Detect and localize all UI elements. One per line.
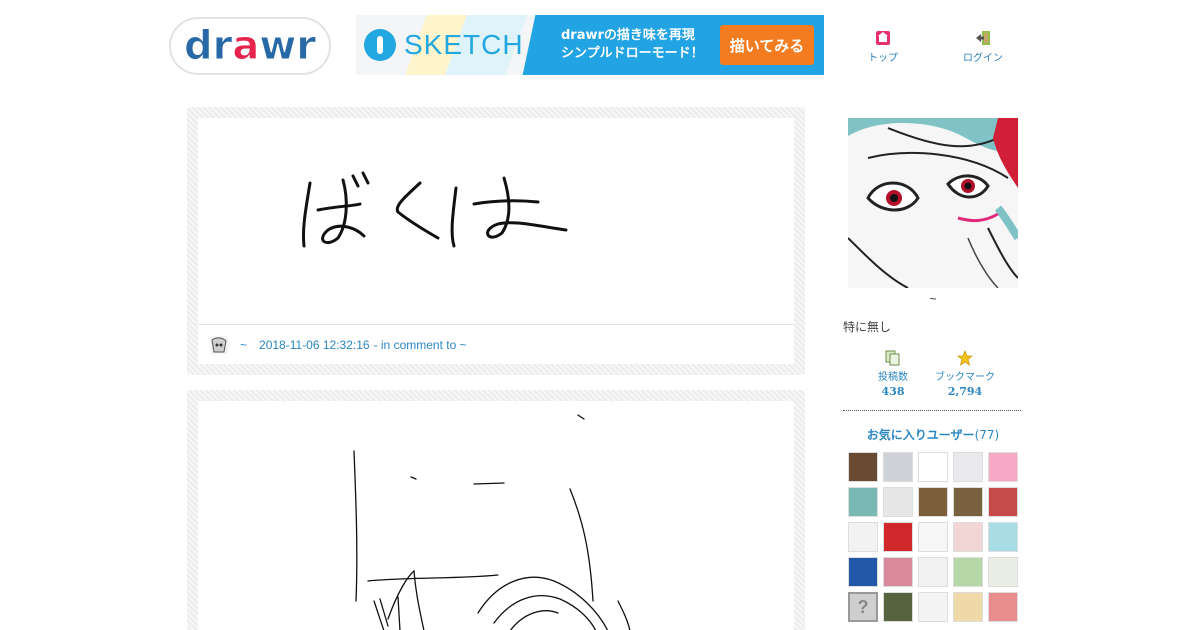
- favorite-user-avatar[interactable]: [848, 452, 878, 482]
- favorite-user-avatar[interactable]: [953, 487, 983, 517]
- favorite-user-avatar[interactable]: [953, 592, 983, 622]
- favorite-user-avatar[interactable]: [918, 557, 948, 587]
- profile-avatar[interactable]: [848, 118, 1018, 288]
- favorite-user-avatar[interactable]: [918, 487, 948, 517]
- favorite-user-avatar[interactable]: [883, 487, 913, 517]
- favorite-user-avatar[interactable]: [953, 557, 983, 587]
- nav-top-link[interactable]: トップ: [848, 30, 918, 64]
- drawr-logo[interactable]: drawr: [167, 12, 333, 78]
- post-timestamp[interactable]: 2018-11-06 12:32:16: [259, 338, 370, 352]
- favorite-user-avatar[interactable]: [953, 522, 983, 552]
- favorite-user-avatar[interactable]: [988, 557, 1018, 587]
- favorite-user-avatar[interactable]: [988, 522, 1018, 552]
- banner-brand: SKETCH: [404, 29, 524, 60]
- banner-tagline: drawrの描き味を再現 シンプルドローモード！: [561, 28, 704, 61]
- pencil-icon: [364, 29, 396, 61]
- banner-cta-button[interactable]: 描いてみる: [720, 25, 814, 65]
- user-avatar[interactable]: [210, 335, 228, 354]
- favorite-users-grid: ?: [848, 452, 1024, 622]
- nav-login-link[interactable]: ログイン: [948, 30, 1018, 64]
- post-card: [187, 390, 805, 630]
- svg-text:drawr: drawr: [184, 23, 316, 69]
- favorite-user-avatar[interactable]: [848, 522, 878, 552]
- favorite-users-title[interactable]: お気に入りユーザー(77): [843, 426, 1023, 443]
- posts-icon: [885, 350, 900, 366]
- favorite-user-avatar[interactable]: [883, 592, 913, 622]
- stat-posts[interactable]: 投稿数 438: [870, 350, 916, 398]
- favorite-user-avatar[interactable]: [883, 557, 913, 587]
- post-drawing[interactable]: [198, 401, 794, 630]
- sidebar-divider: [843, 410, 1021, 411]
- favorite-user-avatar[interactable]: [848, 487, 878, 517]
- post-meta: ~ 2018-11-06 12:32:16 - in comment to ~: [198, 324, 794, 364]
- profile-bio: 特に無し: [843, 320, 892, 334]
- favorite-user-avatar[interactable]: [988, 487, 1018, 517]
- post-card: ~ 2018-11-06 12:32:16 - in comment to ~: [187, 107, 805, 375]
- post-username[interactable]: ~: [240, 338, 247, 352]
- post-context[interactable]: - in comment to ~: [374, 338, 467, 352]
- home-icon: [876, 31, 890, 45]
- post-drawing[interactable]: [198, 118, 794, 324]
- profile-name[interactable]: ~: [843, 292, 1023, 306]
- favorite-user-avatar[interactable]: [988, 452, 1018, 482]
- favorite-user-avatar[interactable]: [883, 522, 913, 552]
- favorite-user-avatar[interactable]: [953, 452, 983, 482]
- favorite-user-avatar[interactable]: [918, 452, 948, 482]
- stat-bookmarks[interactable]: ブックマーク 2,794: [930, 350, 1000, 398]
- star-icon: [957, 350, 973, 366]
- favorite-user-avatar[interactable]: [918, 522, 948, 552]
- favorite-user-avatar[interactable]: [883, 452, 913, 482]
- favorite-user-avatar[interactable]: [848, 557, 878, 587]
- favorite-user-avatar[interactable]: ?: [848, 592, 878, 622]
- sketch-banner[interactable]: SKETCH drawrの描き味を再現 シンプルドローモード！ 描いてみる: [356, 15, 824, 75]
- login-icon: [976, 31, 990, 45]
- favorite-user-avatar[interactable]: [918, 592, 948, 622]
- favorite-user-avatar[interactable]: [988, 592, 1018, 622]
